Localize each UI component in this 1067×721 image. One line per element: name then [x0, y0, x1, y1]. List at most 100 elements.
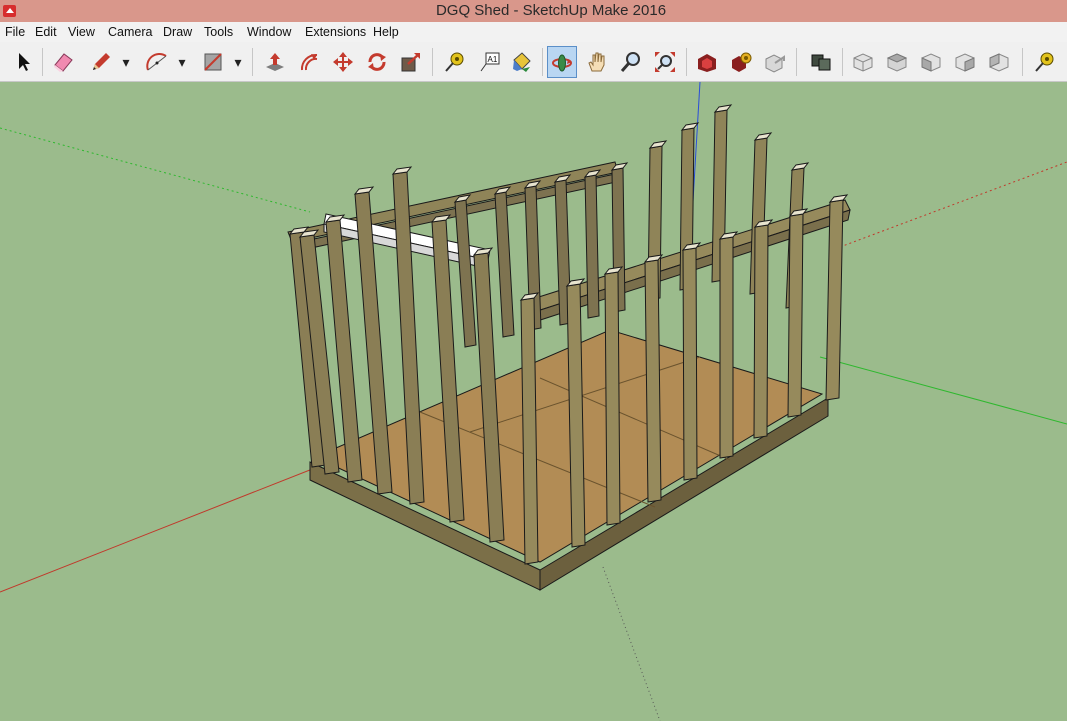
text-label-icon: A1 — [480, 52, 500, 72]
text-tool-button[interactable]: A1 — [474, 46, 504, 78]
wall-stud — [584, 174, 600, 319]
iso-view-button[interactable] — [848, 46, 878, 78]
orbit-icon — [552, 54, 572, 72]
rectangle-icon — [204, 53, 222, 71]
rotate-icon — [368, 53, 386, 71]
extension-warehouse-button[interactable] — [726, 46, 756, 78]
scale-tool-button[interactable] — [396, 46, 426, 78]
arc-tool-button[interactable] — [142, 46, 172, 78]
share-model-icon — [765, 54, 785, 73]
zoom-tool-button[interactable] — [616, 46, 646, 78]
menu-view[interactable]: View — [65, 22, 98, 42]
toolbar-separator — [542, 48, 543, 76]
top-view-button[interactable] — [882, 46, 912, 78]
zoom-extents-icon — [655, 52, 675, 72]
eraser-tool-button[interactable] — [48, 46, 78, 78]
wall-stud-top — [713, 104, 733, 113]
menu-camera[interactable]: Camera — [105, 22, 155, 42]
eraser-icon — [54, 53, 73, 72]
wall-stud-top — [790, 162, 810, 171]
3d-warehouse-button[interactable] — [692, 46, 722, 78]
arrow-cursor-icon — [19, 53, 30, 71]
window-title: DGQ Shed - SketchUp Make 2016 — [435, 2, 667, 19]
menu-window[interactable]: Window — [244, 22, 294, 42]
green-axis — [819, 356, 1067, 425]
wall-stud — [825, 199, 844, 401]
pan-hand-icon — [588, 52, 605, 72]
rectangle-dropdown[interactable]: ▾ — [232, 54, 244, 70]
front-view-button[interactable] — [916, 46, 946, 78]
components-button[interactable] — [806, 46, 836, 78]
tape-measure-icon — [1035, 52, 1054, 72]
zoom-magnifier-icon — [620, 52, 640, 72]
back-view-icon — [989, 53, 1009, 72]
push-pull-icon — [266, 53, 284, 71]
right-view-button[interactable] — [950, 46, 980, 78]
wall-stud — [682, 247, 698, 481]
model-viewport[interactable] — [0, 82, 1067, 721]
offset-tool-button[interactable] — [294, 46, 324, 78]
tape-measure-tool-button-2[interactable] — [1030, 46, 1060, 78]
wall-stud — [644, 259, 662, 503]
blue-axis-dotted — [602, 566, 661, 721]
toolbar-separator — [432, 48, 433, 76]
3d-warehouse-icon — [698, 54, 716, 72]
menu-extensions[interactable]: Extensions — [302, 22, 369, 42]
extension-warehouse-icon — [732, 52, 752, 72]
share-model-button[interactable] — [760, 46, 790, 78]
menu-file[interactable]: File — [2, 22, 28, 42]
arc-icon — [146, 53, 167, 71]
push-pull-tool-button[interactable] — [260, 46, 290, 78]
toolbar-separator — [252, 48, 253, 76]
chevron-down-icon: ▾ — [234, 53, 242, 70]
wall-stud-top — [391, 166, 413, 175]
move-tool-button[interactable] — [328, 46, 358, 78]
front-view-icon — [921, 53, 941, 72]
pencil-dropdown[interactable]: ▾ — [120, 54, 132, 70]
pencil-tool-button[interactable] — [86, 46, 116, 78]
menu-draw[interactable]: Draw — [160, 22, 195, 42]
menu-tools[interactable]: Tools — [201, 22, 236, 42]
components-icon — [811, 54, 831, 71]
paint-bucket-tool-button[interactable] — [506, 46, 536, 78]
right-view-icon — [955, 53, 975, 72]
orbit-tool-button[interactable] — [547, 46, 577, 78]
red-axis — [0, 465, 321, 593]
move-icon — [333, 52, 353, 72]
model-canvas[interactable] — [0, 82, 1067, 721]
toolbar-separator — [42, 48, 43, 76]
wall-stud — [454, 199, 477, 348]
green-axis-dotted — [0, 127, 311, 213]
toolbar-separator — [686, 48, 687, 76]
red-axis-dotted — [839, 161, 1067, 248]
menu-edit[interactable]: Edit — [32, 22, 60, 42]
top-view-icon — [886, 53, 908, 72]
main-toolbar: ▾ ▾ ▾ A1 — [0, 42, 1067, 82]
wall-stud — [604, 271, 621, 526]
iso-view-icon — [853, 53, 873, 72]
tape-measure-tool-button[interactable] — [440, 46, 470, 78]
select-tool-button[interactable] — [8, 46, 38, 78]
zoom-extents-tool-button[interactable] — [650, 46, 680, 78]
wall-stud — [787, 213, 804, 418]
wall-stud-top — [353, 186, 375, 195]
scale-icon — [401, 53, 420, 72]
text-tool-label: A1 — [488, 55, 498, 64]
paint-bucket-icon — [513, 52, 531, 72]
title-bar: DGQ Shed - SketchUp Make 2016 — [0, 0, 1067, 22]
back-view-button[interactable] — [984, 46, 1014, 78]
wall-stud — [494, 191, 515, 338]
toolbar-separator — [842, 48, 843, 76]
menu-help[interactable]: Help — [370, 22, 402, 42]
menu-bar: File Edit View Camera Draw Tools Window … — [0, 22, 1067, 42]
wall-stud-top — [648, 140, 668, 149]
tape-measure-icon — [445, 52, 464, 72]
wall-stud-top — [680, 122, 700, 131]
wall-stud — [719, 236, 734, 459]
arc-dropdown[interactable]: ▾ — [176, 54, 188, 70]
pencil-icon — [93, 53, 110, 70]
rotate-tool-button[interactable] — [362, 46, 392, 78]
pan-tool-button[interactable] — [582, 46, 612, 78]
rectangle-tool-button[interactable] — [198, 46, 228, 78]
toolbar-separator — [1022, 48, 1023, 76]
